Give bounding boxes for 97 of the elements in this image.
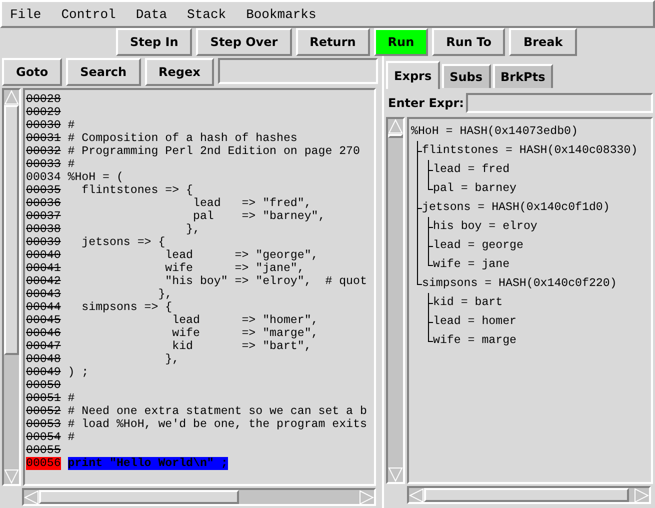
- line-number[interactable]: 00041: [26, 262, 61, 275]
- line-number[interactable]: 00037: [26, 210, 61, 223]
- menu-item[interactable]: Data: [134, 6, 176, 22]
- line-number[interactable]: 00028: [26, 93, 61, 106]
- code-line: # Composition of a hash of hashes: [68, 132, 298, 145]
- line-number[interactable]: 00033: [26, 158, 61, 171]
- tab[interactable]: Subs: [442, 64, 491, 88]
- code-line: kid => "bart",: [171, 340, 312, 353]
- search-bar-button[interactable]: Search: [66, 58, 141, 86]
- menu-item[interactable]: File: [8, 6, 50, 22]
- code-line: wife => "jane",: [164, 262, 304, 275]
- code-line: #: [68, 119, 75, 132]
- line-number[interactable]: 00034: [26, 171, 61, 184]
- scroll-right-arrow-icon[interactable]: [359, 490, 374, 505]
- toolbar-button[interactable]: Step In: [116, 28, 192, 56]
- tree-node[interactable]: lead = fred: [433, 160, 510, 179]
- scroll-down-arrow-icon[interactable]: [4, 469, 19, 484]
- line-number[interactable]: 00045: [26, 314, 61, 327]
- search-bar-button[interactable]: Regex: [144, 58, 214, 86]
- toolbar-button[interactable]: Return: [296, 28, 370, 56]
- tree-node[interactable]: lead = george: [433, 236, 524, 255]
- line-number[interactable]: 00046: [26, 327, 61, 340]
- line-number[interactable]: 00044: [26, 301, 61, 314]
- line-number[interactable]: 00048: [26, 353, 61, 366]
- menu-item[interactable]: Stack: [185, 6, 234, 22]
- line-number[interactable]: 00036: [26, 197, 61, 210]
- line-number[interactable]: 00050: [26, 379, 61, 392]
- tree-node[interactable]: pal = barney: [433, 179, 516, 198]
- tree-node[interactable]: flintstones = HASH(0x140c08330): [422, 141, 638, 160]
- code-line: # Need one extra statment so we can set a b: [68, 405, 367, 418]
- tree-node[interactable]: wife = jane: [433, 255, 510, 274]
- code-line: lead => "george",: [164, 249, 318, 262]
- expr-label: Enter Expr:: [388, 96, 464, 110]
- code-line: jetsons => {: [80, 236, 166, 249]
- line-number[interactable]: 00049: [26, 366, 61, 379]
- line-number[interactable]: 00039: [26, 236, 61, 249]
- menu-item[interactable]: Bookmarks: [244, 6, 324, 22]
- code-line: #: [68, 431, 75, 444]
- tab[interactable]: Exprs: [386, 61, 440, 89]
- code-line: lead => "fred",: [192, 197, 312, 210]
- code-line: #: [68, 158, 75, 171]
- code-line: lead => "homer",: [171, 314, 318, 327]
- code-line: %HoH = (: [68, 171, 124, 184]
- line-number[interactable]: 00042: [26, 275, 61, 288]
- toolbar-button[interactable]: Run To: [432, 28, 506, 56]
- scroll-down-arrow-icon[interactable]: [388, 467, 403, 482]
- tree-node[interactable]: jetsons = HASH(0x140c0f1d0): [422, 198, 610, 217]
- code-line: "his boy" => "elroy", # quot: [164, 275, 367, 288]
- code-line: wife => "marge",: [171, 327, 318, 340]
- line-number[interactable]: 00038: [26, 223, 61, 236]
- code-line: pal => "barney",: [192, 210, 326, 223]
- line-number[interactable]: 00052: [26, 405, 61, 418]
- code-line: flintstones => {: [80, 184, 193, 197]
- code-line: },: [164, 353, 180, 366]
- horizontal-scrollbar[interactable]: [22, 488, 376, 506]
- code-line: },: [185, 223, 200, 236]
- tree-node[interactable]: simpsons = HASH(0x140c0f220): [422, 274, 617, 293]
- vertical-scrollbar[interactable]: [386, 117, 405, 484]
- tree-node[interactable]: his boy = elroy: [433, 217, 538, 236]
- code-line: simpsons => {: [80, 301, 172, 314]
- line-number[interactable]: 00029: [26, 106, 61, 119]
- line-number[interactable]: 00047: [26, 340, 61, 353]
- menu-item[interactable]: Control: [59, 6, 124, 22]
- line-number[interactable]: 00031: [26, 132, 61, 145]
- tree-node[interactable]: wife = marge: [433, 331, 516, 350]
- line-number[interactable]: 00055: [26, 444, 61, 457]
- code-line: ) ;: [68, 366, 89, 379]
- tree-node[interactable]: kid = bart: [433, 293, 503, 312]
- search-field[interactable]: [218, 58, 378, 84]
- tree-node[interactable]: %HoH = HASH(0x14073edb0): [411, 122, 578, 141]
- scroll-left-arrow-icon[interactable]: [24, 490, 39, 505]
- tab[interactable]: BrkPts: [492, 64, 554, 88]
- line-number[interactable]: 00043: [26, 288, 61, 301]
- line-number[interactable]: 00030: [26, 119, 61, 132]
- toolbar-button[interactable]: Break: [509, 28, 577, 56]
- line-number[interactable]: 00056: [26, 457, 61, 470]
- search-bar-button[interactable]: Goto: [2, 58, 62, 86]
- scroll-right-arrow-icon[interactable]: [634, 488, 649, 503]
- expr-field[interactable]: [466, 93, 653, 113]
- scroll-left-arrow-icon[interactable]: [409, 488, 424, 503]
- scroll-up-arrow-icon[interactable]: [388, 119, 403, 134]
- vertical-scrollbar[interactable]: [2, 88, 21, 486]
- line-number[interactable]: 00054: [26, 431, 61, 444]
- line-number[interactable]: 00051: [26, 392, 61, 405]
- toolbar-button[interactable]: Step Over: [196, 28, 292, 56]
- horizontal-scrollbar[interactable]: [407, 486, 651, 504]
- line-number[interactable]: 00040: [26, 249, 61, 262]
- tree-node[interactable]: lead = homer: [433, 312, 516, 331]
- scroll-up-arrow-icon[interactable]: [4, 90, 19, 105]
- code-line: # Programming Perl 2nd Edition on page 270: [68, 145, 360, 158]
- line-number[interactable]: 00032: [26, 145, 61, 158]
- toolbar-button[interactable]: Run: [374, 28, 428, 56]
- line-number[interactable]: 00053: [26, 418, 61, 431]
- code-line: },: [157, 288, 172, 301]
- code-line: # load %HoH, we'd be one, the program exits: [68, 418, 367, 431]
- code-line: #: [68, 392, 75, 405]
- line-number[interactable]: 00035: [26, 184, 61, 197]
